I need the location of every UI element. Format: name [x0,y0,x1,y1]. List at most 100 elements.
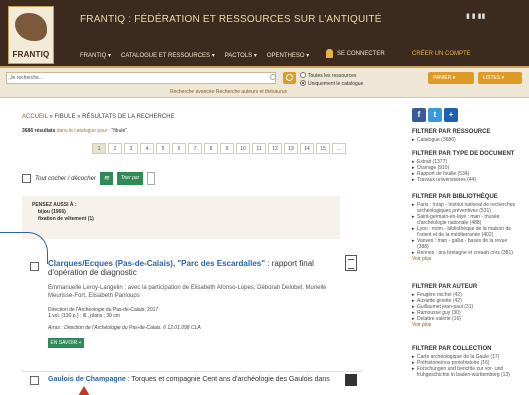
advanced-search-links[interactable]: Recherche avancée Recherche auteurs et t… [170,89,287,95]
page-11[interactable]: 11 [252,143,266,154]
page-1[interactable]: 1 [92,143,106,154]
search-area: Je recherche... Toutes les ressources Un… [0,68,529,98]
page-3[interactable]: 3 [124,143,138,154]
frantiq-logo[interactable]: FRANTIQ [8,6,54,64]
result-title-main: Gaulois de Champagne [48,376,126,383]
breadcrumb: ACCUEIL » FIBULE » RÉSULTATS DE LA RECHE… [22,114,175,120]
breadcrumb-home[interactable]: ACCUEIL [22,114,48,120]
page-14[interactable]: 14 [300,143,314,154]
result-title-main: Clarques/Ecques (Pas-de-Calais), "Parc d… [48,259,266,268]
scope-all[interactable]: Toutes les ressources [300,72,363,80]
see-also-item[interactable]: bijou (1966) [32,209,330,216]
breadcrumb-trail: » FIBULE » RÉSULTATS DE LA RECHERCHE [49,114,175,120]
see-more-link[interactable]: Voir plus [412,322,520,328]
result-checkbox[interactable] [30,262,39,271]
scope-catalogue-label: Uniquement le catalogue [308,81,364,87]
filter-sidebar: f t + FILTRER PAR RESSOURCE Catalogue (3… [392,102,524,395]
search-input[interactable]: Je recherche... [6,72,276,84]
plus-icon[interactable]: + [444,108,458,122]
page-9[interactable]: 9 [220,143,234,154]
page-4[interactable]: 4 [140,143,154,154]
see-also-item[interactable]: fixation de vêtement (1) [32,216,330,223]
page-8[interactable]: 8 [204,143,218,154]
nav-catalogue[interactable]: CATALOGUE ET RESSOURCES ▾ [121,52,215,59]
scope-catalogue[interactable]: Uniquement le catalogue [300,80,363,88]
filter-item[interactable]: Paris : Inrap - Institut national de rec… [412,202,520,214]
select-all-checkbox[interactable] [22,174,31,183]
red-arrow-marker [78,386,90,395]
pagination: 1 2 3 4 5 6 7 8 9 10 11 12 13 14 15 ... [92,143,346,154]
twitter-icon[interactable]: t [428,108,442,122]
results-scope: dans le catalogue pour : [55,128,112,134]
document-type-icon [345,255,357,271]
sort-dropdown[interactable] [147,172,156,185]
filter-item[interactable]: Delattre valérie (16) [412,316,520,322]
filter-resource-title: FILTRER PAR RESSOURCE [412,129,491,135]
result-physical: 1 vol. (130 p.) : ill., plans ; 30 cm [48,313,120,319]
page-5[interactable]: 5 [156,143,170,154]
filter-library: FILTRER PAR BIBLIOTHÈQUE Paris : Inrap -… [412,194,520,262]
page-12[interactable]: 12 [268,143,282,154]
filter-item[interactable]: Lyon : mom - bibliothèque de la maison d… [412,226,520,238]
social-links: f t + [412,108,458,122]
search-button[interactable] [283,72,296,84]
filter-doctype: FILTRER PAR TYPE DE DOCUMENT Extrait (13… [412,151,520,183]
more-info-button[interactable]: EN SAVOIR + [48,338,84,348]
filter-doctype-title: FILTRER PAR TYPE DE DOCUMENT [412,151,515,157]
nav-opentheso[interactable]: OPENTHESO ▾ [267,52,309,59]
filter-item[interactable]: Travaux universitaires (44) [412,177,520,183]
search-scope: Toutes les ressources Uniquement le cata… [300,72,363,88]
scope-all-label: Toutes les ressources [308,73,357,79]
site-header: FRANTIQ FRANTIQ : FÉDÉRATION ET RESSOURC… [0,0,529,68]
filter-item[interactable]: Rennes : ara bretagne et creaah cnrs (38… [412,250,520,256]
see-more-link[interactable]: Voir plus [412,256,520,262]
result-authors: Emmanuelle Leroy-Langelin ; avec la part… [48,285,327,299]
login-label: SE CONNECTER [337,50,385,57]
result-title-sub: : Torques et compagnie Cent ans d'archéo… [125,376,330,383]
site-title: FRANTIQ : FÉDÉRATION ET RESSOURCES SUR L… [80,14,382,25]
annotation-connector-line [0,232,48,264]
filter-item[interactable]: Catalogue (3686) [412,137,520,143]
filter-collection-title: FILTRER PAR COLLECTION [412,346,492,352]
rss-icon[interactable]: ≋ [99,172,113,185]
facebook-icon[interactable]: f [412,108,426,122]
filter-item[interactable]: Forschungen und berichte zur vor- und fr… [412,366,520,378]
result-title[interactable]: Gaulois de Champagne : Torques et compag… [48,376,330,383]
lists-button[interactable]: LISTES ▾ [478,72,522,84]
filter-item[interactable]: Saint-germain-en-laye : man - musée d'ar… [412,214,520,226]
radio-icon [300,72,306,78]
basket-button[interactable]: PANIER ▾ [428,72,474,84]
result-checkbox[interactable] [30,376,39,385]
page-13[interactable]: 13 [284,143,298,154]
page-15[interactable]: 15 [316,143,330,154]
main-nav: FRANTIQ ▾ CATALOGUE ET RESSOURCES ▾ PACT… [80,52,309,59]
filter-item[interactable]: Vanves : man - gallia - bases de la revu… [412,238,520,250]
select-all-row: Tout cocher / décocher ≋ Trier par [22,172,156,185]
page-2[interactable]: 2 [108,143,122,154]
page-7[interactable]: 7 [188,143,202,154]
radio-selected-icon [300,80,306,86]
language-flags[interactable]: ▮ ▮ ▮▮ [466,12,485,20]
see-also-title: PENSEZ AUSSI À : [32,202,77,208]
nav-frantiq[interactable]: FRANTIQ ▾ [80,52,111,59]
create-account-link[interactable]: CRÉER UN COMPTE [412,51,471,57]
result-title[interactable]: Clarques/Ecques (Pas-de-Calais), "Parc d… [48,259,348,277]
page-more[interactable]: ... [332,143,346,154]
results-query: "fibule" [111,128,128,134]
page-10[interactable]: 10 [236,143,250,154]
login-link[interactable]: SE CONNECTER [326,49,385,58]
sort-button[interactable]: Trier par [116,172,144,185]
filter-collection: FILTRER PAR COLLECTION Carte archéologiq… [412,346,520,378]
clear-search-icon[interactable] [270,74,276,80]
filter-author: FILTRER PAR AUTEUR Feugère michel (42) A… [412,284,520,328]
nav-pactols[interactable]: PACTOLS ▾ [225,52,257,59]
result-publication: Direction de l'Archéologie du Pas-de-Cal… [48,307,338,319]
filter-resource: FILTRER PAR RESSOURCE Catalogue (3686) [412,129,520,143]
results-count: 3686 résultats dans le catalogue pour : … [22,128,127,134]
user-icon [326,49,333,58]
filter-library-title: FILTRER PAR BIBLIOTHÈQUE [412,194,498,200]
result-note: Arras : Direction de l'Archéologie du Pa… [48,325,201,331]
page-6[interactable]: 6 [172,143,186,154]
book-type-icon [345,374,357,386]
select-all-label: Tout cocher / décocher [35,175,96,182]
